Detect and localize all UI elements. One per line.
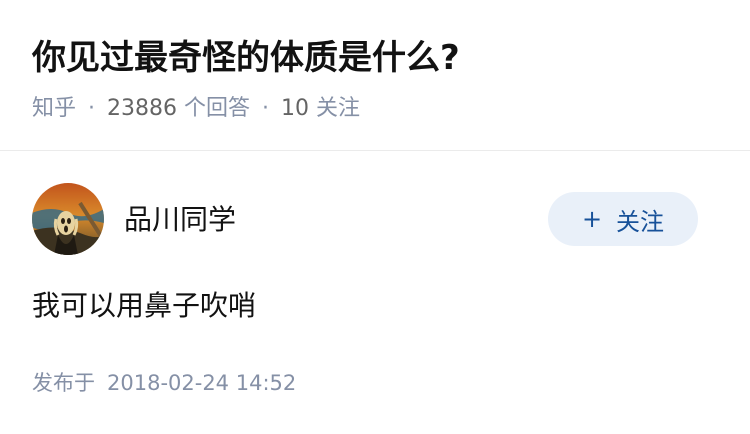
publish-prefix: 发布于 — [32, 371, 95, 395]
follower-count-label: 关注 — [316, 96, 361, 121]
source-label[interactable]: 知乎 — [32, 96, 76, 121]
avatar-image-icon — [32, 183, 104, 255]
publish-time: 2018-02-24 14:52 — [107, 371, 297, 395]
follow-button[interactable]: + 关注 — [548, 192, 698, 246]
plus-icon: + — [581, 205, 603, 233]
question-title[interactable]: 你见过最奇怪的体质是什么? — [32, 36, 460, 80]
page: 你见过最奇怪的体质是什么? 知乎 · 23886 个回答 · 10 关注 品川同… — [0, 0, 750, 434]
question-header: 你见过最奇怪的体质是什么? 知乎 · 23886 个回答 · 10 关注 — [0, 0, 750, 151]
question-meta: 知乎 · 23886 个回答 · 10 关注 — [32, 94, 360, 124]
answer-card: 品川同学 + 关注 我可以用鼻子吹哨 发布于 2018-02-24 14:52 — [0, 151, 750, 434]
publish-info: 发布于 2018-02-24 14:52 — [32, 369, 296, 397]
answer-count-label[interactable]: 个回答 — [184, 96, 250, 121]
answer-content[interactable]: 我可以用鼻子吹哨 — [32, 288, 256, 324]
meta-separator: · — [88, 96, 96, 121]
follower-count: 10 — [281, 96, 310, 121]
meta-separator: · — [262, 96, 270, 121]
follow-button-label: 关注 — [616, 207, 665, 236]
author-name[interactable]: 品川同学 — [124, 201, 236, 239]
answer-count[interactable]: 23886 — [107, 96, 177, 121]
avatar[interactable] — [32, 183, 104, 255]
